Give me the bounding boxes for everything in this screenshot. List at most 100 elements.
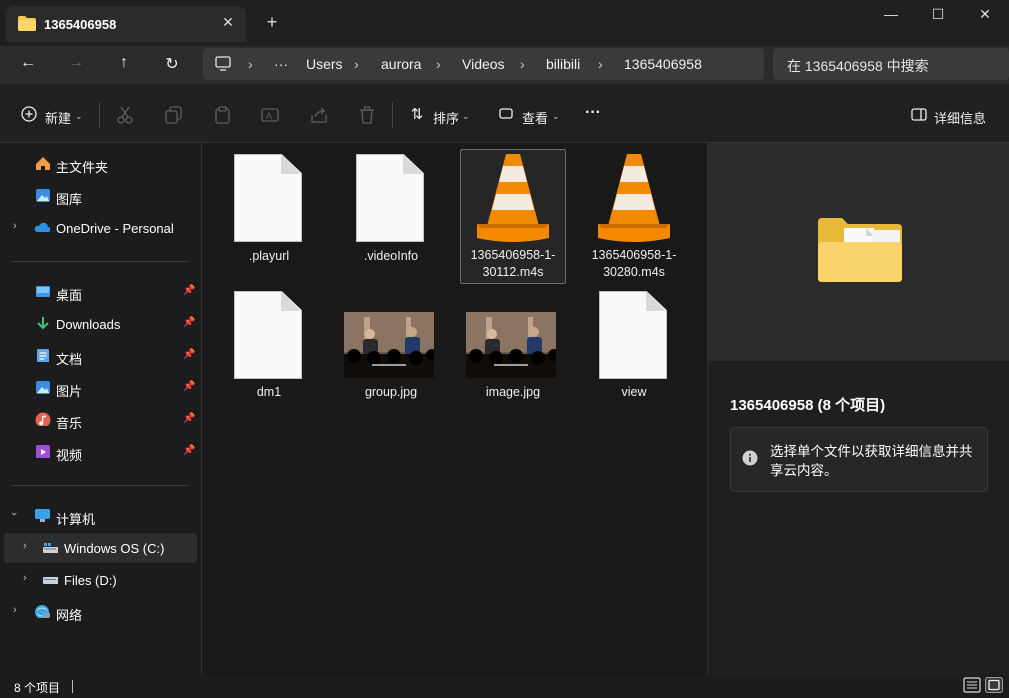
file-item[interactable]: .playurl [217,150,321,270]
drive-d-icon [43,577,58,584]
sort-dropdown-icon[interactable]: ⌄ [462,111,470,122]
expand-chevron-icon[interactable]: › [23,540,27,552]
details-view-icon[interactable] [963,677,981,693]
document-fold [281,154,301,174]
details-button[interactable]: 详细信息 [934,108,986,127]
pin-icon[interactable]: 📌 [183,413,195,424]
share-icon[interactable] [310,106,328,124]
sidebar-item-pictures[interactable]: 图片 📌 [0,373,200,403]
breadcrumb-current[interactable]: 1365406958 [624,56,702,72]
pictures-icon [36,381,50,394]
pin-icon[interactable]: 📌 [183,285,195,296]
sidebar-item-documents[interactable]: 文档 📌 [0,341,200,371]
sidebar-item-downloads[interactable]: Downloads 📌 [0,309,200,339]
svg-text:A: A [266,111,272,121]
sidebar-item-desktop[interactable]: 桌面 📌 [0,277,200,307]
sidebar-item-label: Files (D:) [64,573,117,588]
more-options-button[interactable]: ··· [585,104,601,122]
sidebar-item-gallery[interactable]: 图库 [0,181,200,211]
image-thumbnail [344,312,434,378]
view-dropdown-icon[interactable]: ⌄ [552,111,560,122]
file-item[interactable]: view [582,287,686,402]
maximize-button[interactable]: ☐ [923,6,953,26]
new-dropdown-icon[interactable]: ⌄ [75,111,83,122]
sidebar-item-music[interactable]: 音乐 📌 [0,405,200,435]
expand-chevron-icon[interactable]: › [23,572,27,584]
pin-icon[interactable]: 📌 [183,381,195,392]
sidebar-item-network[interactable]: › 网络 [0,597,200,627]
file-item[interactable]: group.jpg [339,287,443,402]
pin-icon[interactable]: 📌 [183,317,195,328]
sidebar-item-label: 网络 [56,608,83,623]
sidebar-item-label: 主文件夹 [56,160,109,175]
sidebar-item-drive-c[interactable]: › Windows OS (C:) [4,533,197,563]
sidebar-item-computer[interactable]: › 计算机 [0,501,200,531]
file-item[interactable]: image.jpg [461,287,565,402]
sidebar-item-drive-d[interactable]: › Files (D:) [0,565,200,595]
sidebar-item-videos[interactable]: 视频 📌 [0,437,200,467]
refresh-button[interactable]: ↻ [160,54,184,74]
cut-icon[interactable] [116,106,134,124]
delete-icon[interactable] [358,106,376,124]
window-tab[interactable] [6,6,246,42]
expand-chevron-icon[interactable]: › [13,220,17,232]
file-item[interactable]: 1365406958-1- 30280.m4s [582,150,686,282]
tab-close-icon[interactable]: ✕ [218,14,238,34]
view-icon [499,108,513,119]
details-pane-icon [911,108,927,121]
file-item[interactable]: dm1 [217,287,321,402]
breadcrumb-separator: › [248,56,253,72]
sort-button[interactable]: 排序 [433,108,459,127]
sidebar-divider [12,485,189,486]
expand-chevron-icon[interactable]: › [13,604,17,616]
pin-icon[interactable]: 📌 [183,349,195,360]
this-pc-icon [215,56,231,71]
file-name: .playurl [248,249,290,263]
view-button[interactable]: 查看 [522,108,548,127]
download-icon [37,317,49,330]
forward-button[interactable]: → [64,54,88,74]
documents-icon [37,349,49,362]
up-button[interactable]: ↑ [112,54,136,74]
search-input[interactable]: 在 1365406958 中搜索 [787,56,929,76]
file-name: view [621,385,647,399]
back-button[interactable]: ← [16,54,40,74]
file-name: image.jpg [485,385,541,399]
breadcrumb-videos[interactable]: Videos [462,56,505,72]
document-fold [281,291,301,311]
new-button[interactable]: 新建 [45,108,71,127]
pin-icon[interactable]: 📌 [183,445,195,456]
sidebar-item-label: 图片 [56,384,83,399]
videos-icon [36,445,50,458]
breadcrumb-separator: › [598,56,603,72]
sidebar-item-home[interactable]: 主文件夹 [0,149,200,179]
minimize-button[interactable]: — [876,6,906,26]
item-count: 8 个项目 [14,681,61,695]
file-item[interactable]: .videoInfo [339,150,443,270]
large-icons-view-icon[interactable] [985,677,1003,693]
sidebar-divider [12,261,189,262]
sidebar-item-label: 视频 [56,448,83,463]
file-name-line: 1365406958-1- [591,248,677,262]
breadcrumb-bilibili[interactable]: bilibili [546,56,580,72]
paste-icon[interactable] [214,106,232,124]
file-item[interactable]: 1365406958-1- 30112.m4s [461,150,565,282]
sidebar-item-onedrive[interactable]: › OneDrive - Personal [0,213,200,243]
file-name: dm1 [256,385,282,399]
close-button[interactable]: ✕ [970,6,1000,26]
folder-icon [18,16,36,31]
file-name: group.jpg [364,385,418,399]
gallery-icon [36,189,50,202]
large-folder-icon [818,218,902,282]
copy-icon[interactable] [165,106,183,124]
breadcrumb-separator: › [354,56,359,72]
breadcrumb-users[interactable]: Users [306,56,343,72]
new-tab-button[interactable]: + [262,12,282,34]
sidebar-item-label: 文档 [56,352,83,367]
breadcrumb-aurora[interactable]: aurora [381,56,421,72]
breadcrumb-overflow[interactable]: ··· [274,56,288,72]
collapse-chevron-icon[interactable]: › [8,512,20,516]
toolbar-divider [392,102,393,128]
rename-icon[interactable]: A [261,106,279,124]
new-icon [21,106,37,122]
